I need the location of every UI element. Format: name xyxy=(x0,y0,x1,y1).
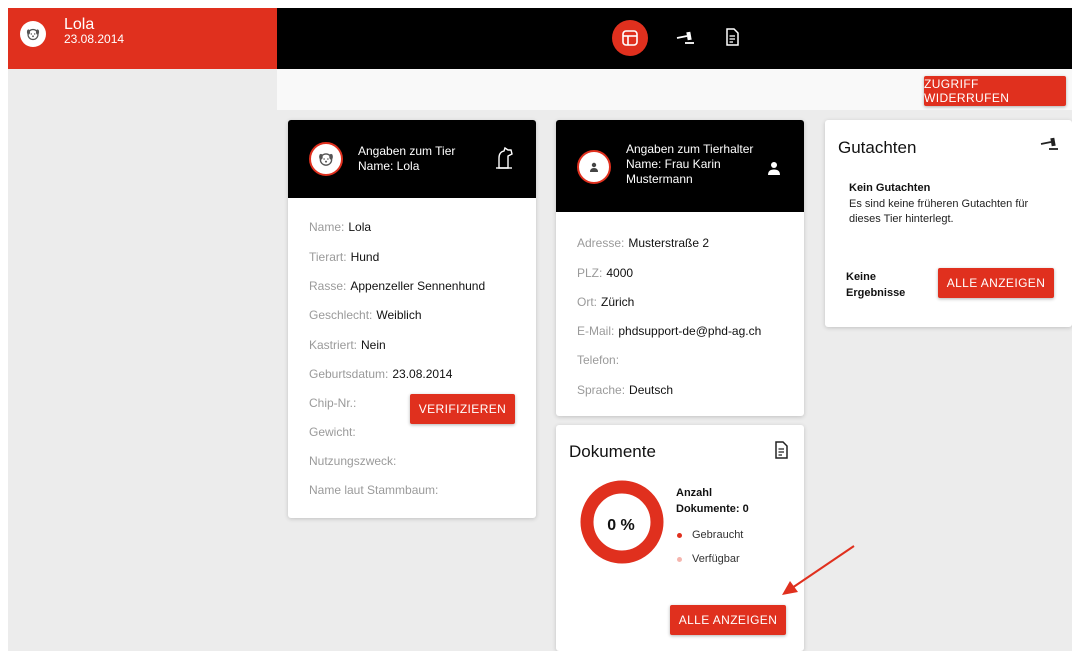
legend-available-dot xyxy=(677,556,682,562)
annotation-arrow-icon xyxy=(782,545,855,595)
patient-birthdate: 23.08.2014 xyxy=(64,32,125,46)
expertise-show-all-button[interactable]: ALLE ANZEIGEN xyxy=(938,268,1054,298)
field-neutered: Kastriert: Nein xyxy=(309,338,386,352)
documents-card: Dokumente 0 % Anzahl Dokumente: 0 Gebrau… xyxy=(556,425,804,651)
documents-percent: 0 % xyxy=(607,517,635,534)
field-birthdate: Geburtsdatum: 23.08.2014 xyxy=(309,367,453,381)
documents-count-label: Anzahl Dokumente: 0 xyxy=(676,487,749,515)
expertise-empty-text: Es sind keine früheren Gutachten für die… xyxy=(849,198,1029,225)
legend-used-dot xyxy=(677,532,682,538)
revoke-access-button[interactable]: ZUGRIFF WIDERRUFEN xyxy=(924,76,1066,106)
dog-sitting-icon xyxy=(493,146,515,175)
document-icon xyxy=(774,441,788,464)
dog-avatar-icon xyxy=(309,142,343,176)
patient-header[interactable]: Lola 23.08.2014 xyxy=(8,8,277,69)
field-pedigree-name: Name laut Stammbaum: xyxy=(309,483,439,497)
field-city: Ort: Zürich xyxy=(577,295,635,309)
animal-card-title: Angaben zum Tier xyxy=(358,144,456,158)
document-icon[interactable] xyxy=(717,22,747,52)
dog-avatar-icon xyxy=(20,21,46,47)
expertise-title: Gutachten xyxy=(838,138,917,157)
field-address: Adresse: Musterstraße 2 xyxy=(577,236,710,250)
person-icon xyxy=(766,160,782,181)
field-sex: Geschlecht: Weiblich xyxy=(309,308,422,322)
field-breed: Rasse: Appenzeller Sennenhund xyxy=(309,279,486,293)
animal-card-header: Angaben zum Tier Name: Lola xyxy=(288,120,536,198)
hammer-icon xyxy=(1040,135,1060,156)
top-navigation-bar xyxy=(277,8,1072,69)
owner-card-name-line2: Mustermann xyxy=(626,172,693,186)
field-email: E-Mail: phdsupport-de@phd-ag.ch xyxy=(577,324,762,338)
hammer-icon[interactable] xyxy=(671,22,701,52)
field-language: Sprache: Deutsch xyxy=(577,383,674,397)
animal-card-name: Name: Lola xyxy=(358,159,420,173)
owner-card-header: Angaben zum Tierhalter Name: Frau Karin … xyxy=(556,120,804,212)
owner-card-name-line1: Name: Frau Karin xyxy=(626,157,721,171)
documents-show-all-button[interactable]: ALLE ANZEIGEN xyxy=(670,605,786,635)
sidebar xyxy=(8,8,277,651)
dashboard-icon[interactable] xyxy=(612,20,648,56)
expertise-no-results: Keine Ergebnisse xyxy=(846,271,906,299)
expertise-empty-title: Kein Gutachten xyxy=(849,182,931,194)
verify-chip-button[interactable]: VERIFIZIEREN xyxy=(410,394,515,424)
owner-card-title: Angaben zum Tierhalter xyxy=(626,142,754,156)
field-chip: Chip-Nr.: xyxy=(309,396,357,410)
patient-name: Lola xyxy=(64,16,95,33)
field-name: Name: Lola xyxy=(309,220,372,234)
field-weight: Gewicht: xyxy=(309,425,356,439)
field-phone: Telefon: xyxy=(577,353,620,367)
expertise-card: Gutachten Kein Gutachten Es sind keine f… xyxy=(825,120,1072,327)
legend-available: Verfügbar xyxy=(677,553,740,565)
person-avatar-icon xyxy=(577,150,611,184)
owner-info-card: Angaben zum Tierhalter Name: Frau Karin … xyxy=(556,120,804,416)
field-zip: PLZ: 4000 xyxy=(577,266,634,280)
field-purpose: Nutzungszweck: xyxy=(309,454,397,468)
documents-title: Dokumente xyxy=(569,442,656,461)
animal-info-card: Angaben zum Tier Name: Lola Name: Lola Ti… xyxy=(288,120,536,518)
field-species: Tierart: Hund xyxy=(309,250,380,264)
legend-used: Gebraucht xyxy=(677,529,743,541)
